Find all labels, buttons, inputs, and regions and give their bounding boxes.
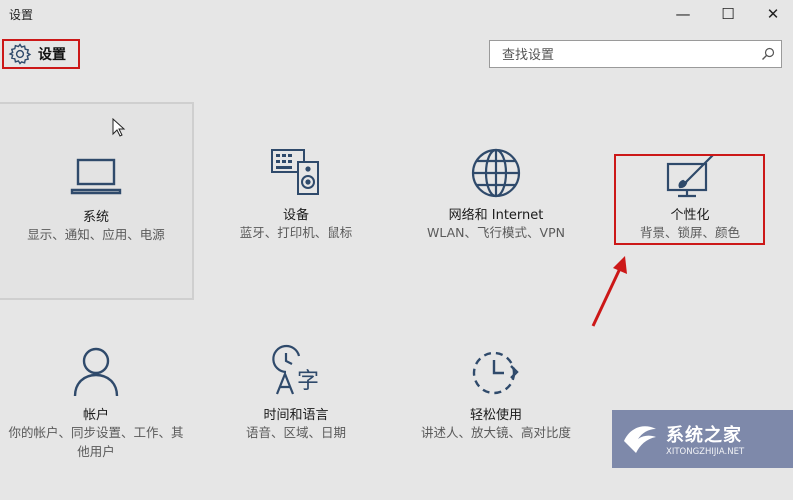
- search-input[interactable]: [500, 45, 754, 65]
- tile-accounts[interactable]: 帐户 你的帐户、同步设置、工作、其他用户: [0, 302, 194, 500]
- tile-description: 语音、区域、日期: [245, 425, 346, 440]
- person-icon: [73, 347, 119, 397]
- annotation-arrow-icon: [591, 256, 627, 327]
- maximize-icon: ☐: [721, 5, 735, 23]
- svg-text:字: 字: [297, 369, 319, 394]
- watermark-en: XITONGZHIJIA.NET: [666, 447, 745, 457]
- globe-icon: [471, 148, 521, 198]
- keyboard-speaker-icon: [271, 149, 319, 195]
- window-title: 设置: [9, 8, 34, 22]
- watermark-cn: 系统之家: [666, 425, 742, 446]
- search-icon[interactable]: [761, 47, 775, 61]
- tile-devices[interactable]: 设备 蓝牙、打印机、鼠标: [198, 102, 394, 300]
- minimize-button[interactable]: —: [660, 0, 706, 28]
- tile-name: 轻松使用: [469, 408, 522, 423]
- annotation-highlight-box: [614, 154, 765, 245]
- laptop-icon: [70, 158, 122, 195]
- tile-description: 蓝牙、打印机、鼠标: [239, 225, 353, 240]
- tile-system[interactable]: 系统 显示、通知、应用、电源: [0, 102, 194, 300]
- maximize-button[interactable]: ☐: [705, 0, 751, 28]
- tile-time-language[interactable]: 字 时间和语言 语音、区域、日期: [198, 302, 394, 500]
- minimize-icon: —: [675, 5, 691, 23]
- watermark: 系统之家 XITONGZHIJIA.NET: [612, 410, 793, 468]
- tile-network[interactable]: 网络和 Internet WLAN、飞行模式、VPN: [398, 102, 594, 300]
- tile-name: 网络和 Internet: [448, 208, 544, 223]
- tile-description: 显示、通知、应用、电源: [27, 227, 165, 242]
- search-box[interactable]: [489, 40, 782, 68]
- tile-name: 系统: [82, 210, 109, 225]
- header-row: 设置: [0, 36, 793, 76]
- ease-of-access-icon: [472, 351, 519, 395]
- header-title: 设置: [38, 47, 66, 63]
- tile-description: 你的帐户、同步设置、工作、其他用户: [8, 425, 184, 459]
- time-language-icon: 字: [272, 344, 319, 395]
- tile-description: WLAN、飞行模式、VPN: [427, 225, 565, 240]
- close-button[interactable]: ✕: [750, 0, 793, 28]
- mouse-cursor-icon: [112, 118, 126, 137]
- close-icon: ✕: [766, 5, 780, 23]
- tile-description: 讲述人、放大镜、高对比度: [420, 425, 571, 440]
- tile-name: 帐户: [82, 408, 109, 423]
- gear-icon: [8, 43, 32, 65]
- settings-header: 设置: [2, 39, 80, 69]
- tile-name: 设备: [282, 208, 309, 223]
- title-bar: 设置 — ☐ ✕: [0, 0, 793, 28]
- tile-name: 时间和语言: [263, 408, 329, 423]
- watermark-logo-icon: [624, 426, 656, 453]
- tile-ease-of-access[interactable]: 轻松使用 讲述人、放大镜、高对比度: [398, 302, 594, 500]
